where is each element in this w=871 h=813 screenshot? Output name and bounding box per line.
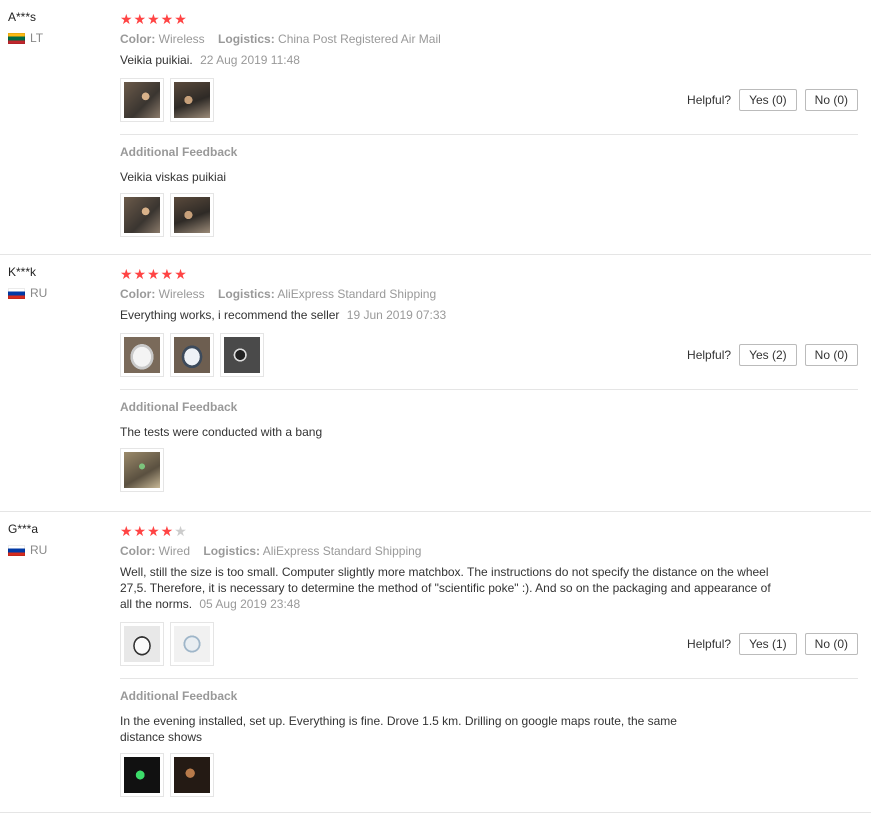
color-value: Wired: [158, 544, 191, 558]
helpful-yes-button[interactable]: Yes (2): [739, 344, 797, 366]
country-code: LT: [30, 31, 44, 45]
helpful-yes-button[interactable]: Yes (1): [739, 633, 797, 655]
reviewer-name: G***a: [8, 522, 39, 536]
stars-filled: ★★★★★: [120, 11, 188, 27]
additional-feedback-photos: [120, 448, 858, 492]
additional-feedback-title: Additional Feedback: [120, 400, 238, 414]
review-date: 05 Aug 2019 23:48: [199, 597, 301, 611]
review-date: 19 Jun 2019 07:33: [346, 308, 447, 322]
helpful-no-button[interactable]: No (0): [804, 633, 858, 655]
reviewer-name: K***k: [8, 265, 37, 279]
logistics-label: Logistics:: [203, 544, 261, 558]
flag-lithuania-icon: [8, 32, 25, 44]
logistics-value: AliExpress Standard Shipping: [277, 287, 437, 301]
helpful-votes: Helpful? Yes (1) No (0): [687, 633, 858, 655]
photo-row: Helpful? Yes (1) No (0): [120, 622, 858, 666]
reviewer-info: A***s LT: [8, 10, 108, 45]
reviewer-country: LT: [8, 31, 108, 45]
color-value: Wireless: [158, 32, 205, 46]
order-info: Color: Wired Logistics: AliExpress Stand…: [120, 544, 858, 558]
review-photos: [120, 622, 214, 666]
star-rating: ★★★★★: [120, 522, 858, 540]
helpful-label: Helpful?: [687, 637, 732, 651]
helpful-label: Helpful?: [687, 93, 732, 107]
review-text: Well, still the size is too small. Compu…: [120, 564, 780, 612]
feedback-photo-thumbnail[interactable]: [120, 448, 164, 492]
color-value: Wireless: [158, 287, 205, 301]
review-content: ★★★★★ Color: Wired Logistics: AliExpress…: [120, 512, 858, 797]
star-rating: ★★★★★: [120, 265, 858, 283]
logistics-value: AliExpress Standard Shipping: [262, 544, 422, 558]
logistics-label: Logistics:: [218, 32, 275, 46]
review-body: Everything works, i recommend the seller: [120, 308, 340, 322]
feedback-photo-thumbnail[interactable]: [170, 193, 214, 237]
order-info: Color: Wireless Logistics: China Post Re…: [120, 32, 858, 46]
additional-feedback-title: Additional Feedback: [120, 689, 238, 703]
review-photos: [120, 333, 264, 377]
helpful-no-button[interactable]: No (0): [804, 89, 858, 111]
flag-russia-icon: [8, 544, 25, 556]
divider: [120, 389, 858, 390]
color-label: Color:: [120, 32, 156, 46]
review-item: G***a RU ★★★★★ Color: Wired Logistics: A…: [0, 512, 871, 813]
review-photo-thumbnail[interactable]: [120, 333, 164, 377]
photo-row: Helpful? Yes (2) No (0): [120, 333, 858, 377]
review-photo-thumbnail[interactable]: [120, 622, 164, 666]
stars-empty: ★: [174, 523, 188, 539]
review-body: Veikia puikiai.: [120, 53, 193, 67]
review-text: Veikia puikiai. 22 Aug 2019 11:48: [120, 52, 780, 68]
additional-feedback-text: In the evening installed, set up. Everyt…: [120, 714, 677, 744]
country-code: RU: [30, 286, 48, 300]
reviewer-info: G***a RU: [8, 522, 108, 557]
logistics-label: Logistics:: [218, 287, 275, 301]
additional-feedback-text: The tests were conducted with a bang: [120, 425, 323, 439]
review-item: A***s LT ★★★★★ Color: Wireless Logistics…: [0, 0, 871, 255]
additional-feedback-photos: [120, 753, 858, 797]
helpful-yes-button[interactable]: Yes (0): [739, 89, 797, 111]
color-label: Color:: [120, 287, 156, 301]
helpful-label: Helpful?: [687, 348, 732, 362]
reviewer-country: RU: [8, 543, 108, 557]
reviewer-name: A***s: [8, 10, 37, 24]
reviewer-info: K***k RU: [8, 265, 108, 300]
stars-filled: ★★★★★: [120, 266, 188, 282]
review-content: ★★★★★ Color: Wireless Logistics: China P…: [120, 0, 858, 237]
additional-feedback-text: Veikia viskas puikiai: [120, 170, 227, 184]
feedback-photo-thumbnail[interactable]: [120, 753, 164, 797]
star-rating: ★★★★★: [120, 10, 858, 28]
helpful-votes: Helpful? Yes (0) No (0): [687, 89, 858, 111]
review-photo-thumbnail[interactable]: [170, 622, 214, 666]
review-text: Everything works, i recommend the seller…: [120, 307, 780, 323]
flag-russia-icon: [8, 287, 25, 299]
additional-feedback-title: Additional Feedback: [120, 145, 238, 159]
additional-feedback-photos: [120, 193, 858, 237]
review-photo-thumbnail[interactable]: [120, 78, 164, 122]
stars-filled: ★★★★: [120, 523, 175, 539]
divider: [120, 678, 858, 679]
review-date: 22 Aug 2019 11:48: [200, 53, 300, 67]
color-label: Color:: [120, 544, 156, 558]
review-photo-thumbnail[interactable]: [220, 333, 264, 377]
review-photo-thumbnail[interactable]: [170, 78, 214, 122]
country-code: RU: [30, 543, 48, 557]
reviewer-country: RU: [8, 286, 108, 300]
order-info: Color: Wireless Logistics: AliExpress St…: [120, 287, 858, 301]
review-photo-thumbnail[interactable]: [170, 333, 214, 377]
review-content: ★★★★★ Color: Wireless Logistics: AliExpr…: [120, 255, 858, 492]
divider: [120, 134, 858, 135]
review-item: K***k RU ★★★★★ Color: Wireless Logistics…: [0, 255, 871, 512]
helpful-votes: Helpful? Yes (2) No (0): [687, 344, 858, 366]
logistics-value: China Post Registered Air Mail: [278, 32, 441, 46]
review-photos: [120, 78, 214, 122]
feedback-photo-thumbnail[interactable]: [170, 753, 214, 797]
photo-row: Helpful? Yes (0) No (0): [120, 78, 858, 122]
feedback-photo-thumbnail[interactable]: [120, 193, 164, 237]
helpful-no-button[interactable]: No (0): [804, 344, 858, 366]
